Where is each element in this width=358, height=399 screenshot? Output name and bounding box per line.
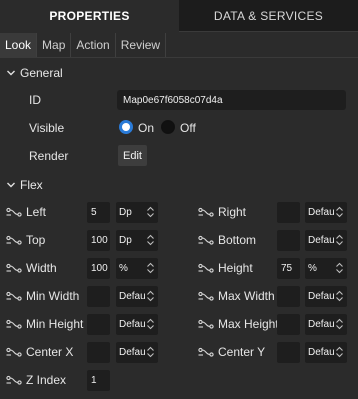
visible-off-radio[interactable] bbox=[161, 120, 175, 134]
tab-review[interactable]: Review bbox=[115, 33, 167, 57]
min-height-unit-select[interactable]: Defau bbox=[116, 314, 158, 335]
max-width-unit-value: Defau bbox=[308, 291, 335, 302]
sub-tab-bar: Look Map Action Review bbox=[0, 33, 167, 57]
stepper-arrows-icon bbox=[335, 261, 344, 275]
top-unit-value: Dp bbox=[119, 235, 132, 246]
tab-properties[interactable]: PROPERTIES bbox=[0, 0, 179, 32]
flex-link-icon[interactable] bbox=[198, 235, 214, 245]
top-value-input[interactable]: 100 bbox=[87, 230, 110, 251]
tab-look[interactable]: Look bbox=[0, 33, 38, 57]
chevron-down-icon bbox=[6, 69, 20, 77]
max-height-value-input[interactable] bbox=[277, 314, 300, 335]
max-height-unit-select[interactable]: Defau bbox=[305, 314, 347, 335]
flex-heading: Flex bbox=[20, 178, 43, 192]
flex-link-icon[interactable] bbox=[6, 207, 22, 217]
min-height-value-input[interactable] bbox=[87, 314, 110, 335]
render-edit-button[interactable]: Edit bbox=[118, 145, 147, 166]
max-height-label: Max Height bbox=[218, 317, 279, 331]
width-unit-select[interactable]: % bbox=[116, 258, 158, 279]
stepper-arrows-icon bbox=[335, 289, 344, 303]
min-width-unit-value: Defau bbox=[119, 291, 146, 302]
flex-link-icon[interactable] bbox=[198, 263, 214, 273]
stepper-arrows-icon bbox=[335, 345, 344, 359]
general-section-header[interactable]: General bbox=[6, 65, 63, 81]
min-width-value-input[interactable] bbox=[87, 286, 110, 307]
visible-off-label: Off bbox=[180, 121, 196, 135]
min-width-label: Min Width bbox=[26, 289, 80, 303]
flex-link-icon[interactable] bbox=[198, 291, 214, 301]
left-unit-select[interactable]: Dp bbox=[116, 202, 158, 223]
tab-action[interactable]: Action bbox=[71, 33, 116, 57]
center-x-unit-select[interactable]: Defau bbox=[116, 342, 158, 363]
width-unit-value: % bbox=[119, 263, 128, 274]
flex-link-icon[interactable] bbox=[198, 207, 214, 217]
left-unit-value: Dp bbox=[119, 207, 132, 218]
right-label: Right bbox=[218, 205, 247, 219]
flex-link-icon[interactable] bbox=[198, 347, 214, 357]
id-label: ID bbox=[29, 93, 41, 107]
top-unit-select[interactable]: Dp bbox=[116, 230, 158, 251]
bottom-unit-value: Defau bbox=[308, 235, 335, 246]
right-value-input[interactable] bbox=[277, 202, 300, 223]
stepper-arrows-icon bbox=[146, 261, 155, 275]
height-unit-select[interactable]: % bbox=[305, 258, 347, 279]
left-label: Left bbox=[26, 205, 47, 219]
flex-link-icon[interactable] bbox=[6, 347, 22, 357]
bottom-label: Bottom bbox=[218, 233, 257, 247]
main-tab-bar: PROPERTIES DATA & SERVICES bbox=[0, 0, 358, 32]
stepper-arrows-icon bbox=[146, 205, 155, 219]
center-y-value-input[interactable] bbox=[277, 342, 300, 363]
width-value-input[interactable]: 100 bbox=[87, 258, 110, 279]
chevron-down-icon bbox=[6, 181, 20, 189]
flex-link-icon[interactable] bbox=[6, 263, 22, 273]
bottom-value-input[interactable] bbox=[277, 230, 300, 251]
stepper-arrows-icon bbox=[146, 233, 155, 247]
stepper-arrows-icon bbox=[335, 233, 344, 247]
center-x-value-input[interactable] bbox=[87, 342, 110, 363]
top-label: Top bbox=[26, 233, 46, 247]
center-y-unit-select[interactable]: Defau bbox=[305, 342, 347, 363]
tab-data-services[interactable]: DATA & SERVICES bbox=[179, 0, 358, 32]
flex-link-icon[interactable] bbox=[6, 319, 22, 329]
max-width-unit-select[interactable]: Defau bbox=[305, 286, 347, 307]
max-width-label: Max Width bbox=[218, 289, 275, 303]
max-height-unit-value: Defau bbox=[308, 319, 335, 330]
tab-map[interactable]: Map bbox=[37, 33, 72, 57]
stepper-arrows-icon bbox=[146, 289, 155, 303]
right-unit-value: Defau bbox=[308, 207, 335, 218]
height-label: Height bbox=[218, 261, 253, 275]
stepper-arrows-icon bbox=[335, 317, 344, 331]
max-width-value-input[interactable] bbox=[277, 286, 300, 307]
height-unit-value: % bbox=[308, 263, 317, 274]
bottom-unit-select[interactable]: Defau bbox=[305, 230, 347, 251]
stepper-arrows-icon bbox=[146, 345, 155, 359]
visible-on-radio[interactable] bbox=[119, 120, 133, 134]
render-label: Render bbox=[29, 149, 69, 163]
flex-link-icon[interactable] bbox=[6, 375, 22, 385]
center-x-label: Center X bbox=[26, 345, 74, 359]
z-index-value-input[interactable]: 1 bbox=[87, 370, 110, 391]
z-index-label: Z Index bbox=[26, 373, 67, 387]
width-label: Width bbox=[26, 261, 57, 275]
visible-label: Visible bbox=[29, 121, 65, 135]
flex-link-icon[interactable] bbox=[6, 235, 22, 245]
flex-link-icon[interactable] bbox=[198, 319, 214, 329]
min-width-unit-select[interactable]: Defau bbox=[116, 286, 158, 307]
divider bbox=[0, 57, 358, 58]
general-heading: General bbox=[20, 66, 63, 80]
stepper-arrows-icon bbox=[335, 205, 344, 219]
center-x-unit-value: Defau bbox=[119, 347, 146, 358]
min-height-label: Min Height bbox=[26, 317, 84, 331]
flex-link-icon[interactable] bbox=[6, 291, 22, 301]
center-y-label: Center Y bbox=[218, 345, 266, 359]
stepper-arrows-icon bbox=[146, 317, 155, 331]
min-height-unit-value: Defau bbox=[119, 319, 146, 330]
id-field[interactable]: Map0e67f6058c07d4a bbox=[117, 90, 346, 110]
right-unit-select[interactable]: Defau bbox=[305, 202, 347, 223]
visible-on-label: On bbox=[138, 121, 155, 135]
center-y-unit-value: Defau bbox=[308, 347, 335, 358]
flex-section-header[interactable]: Flex bbox=[6, 177, 43, 193]
left-value-input[interactable]: 5 bbox=[87, 202, 110, 223]
height-value-input[interactable]: 75 bbox=[277, 258, 300, 279]
